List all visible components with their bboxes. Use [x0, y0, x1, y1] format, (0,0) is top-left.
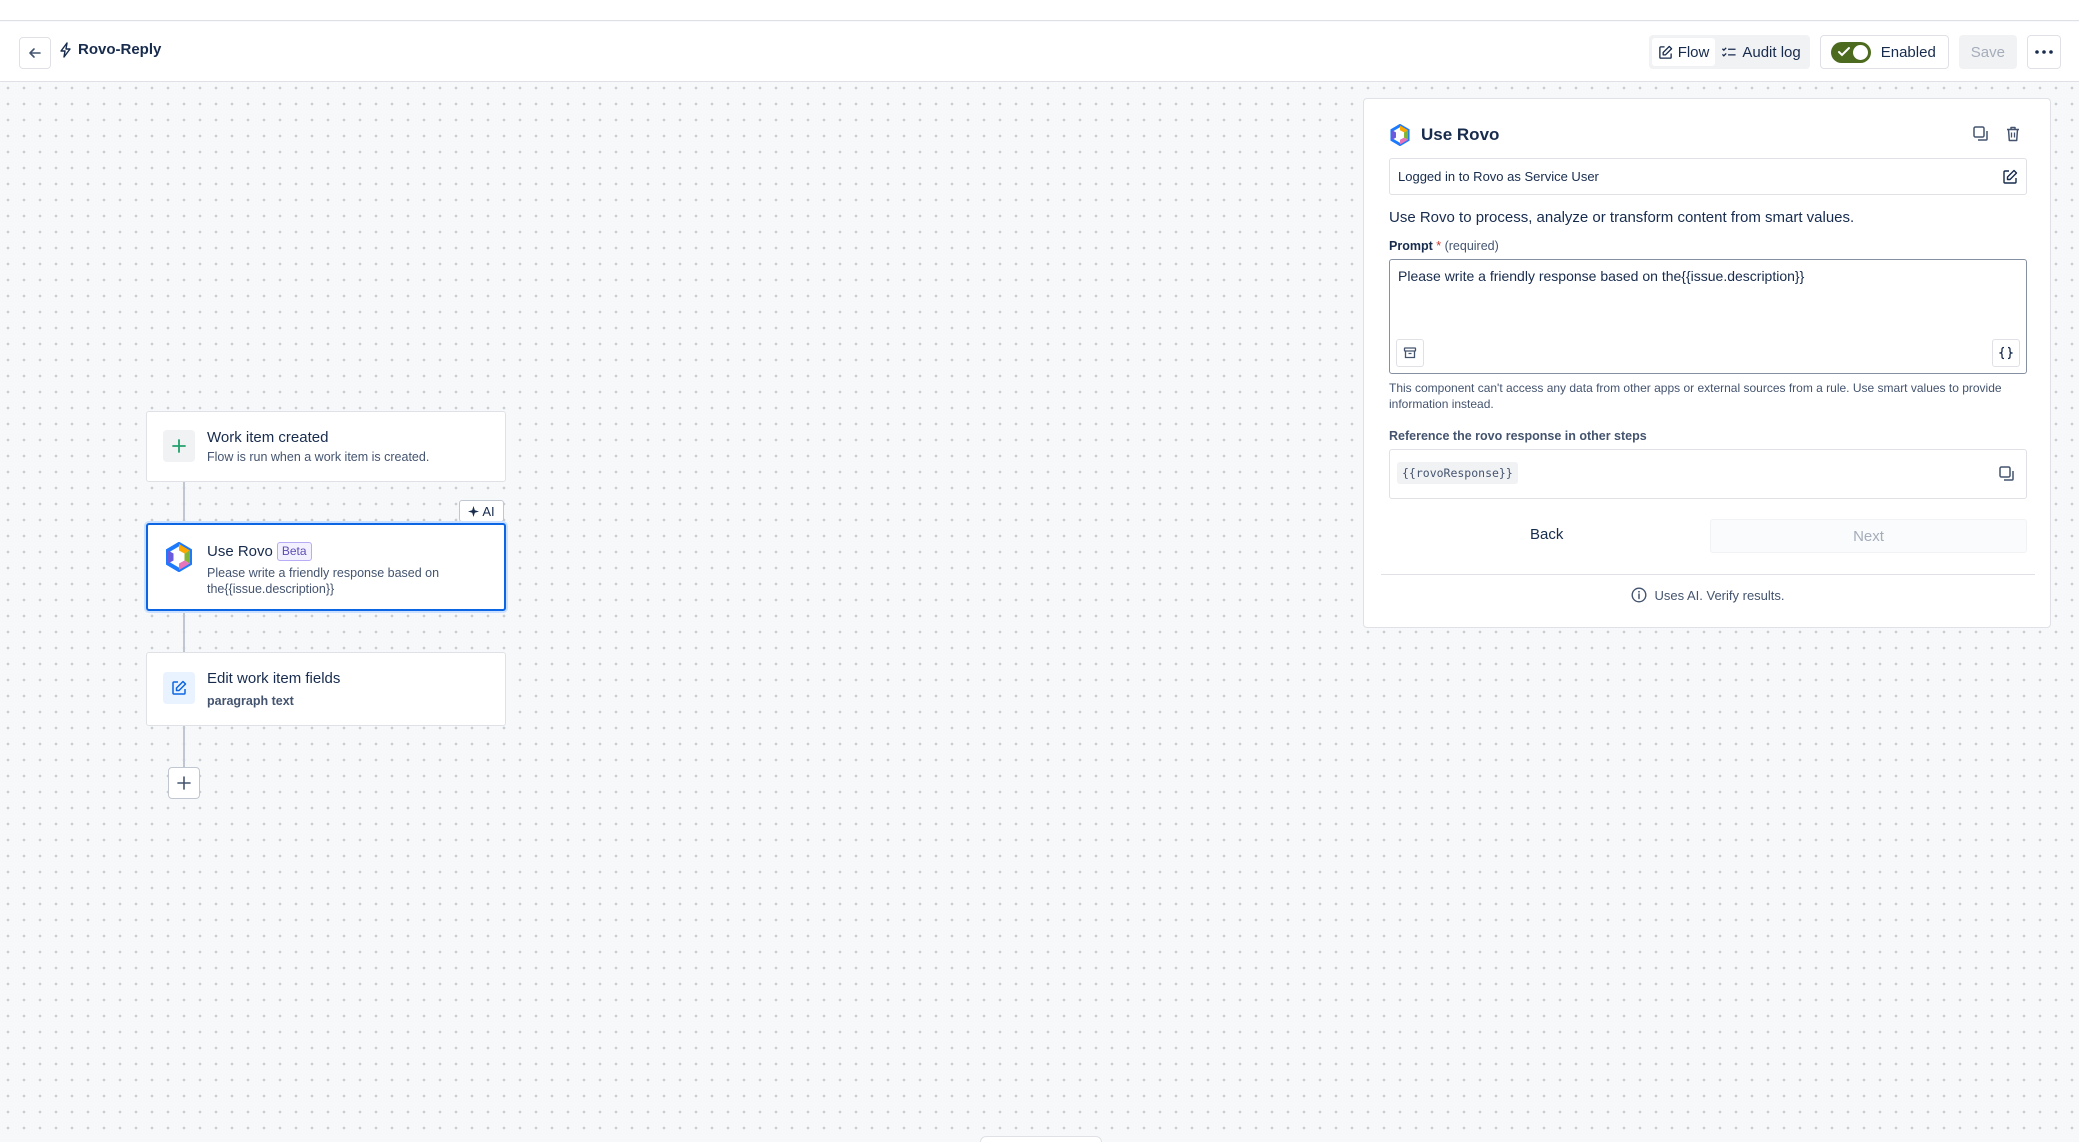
trash-icon[interactable] [2004, 125, 2022, 143]
panel-description: Use Rovo to process, analyze or transfor… [1389, 209, 1855, 226]
tab-audit-log[interactable]: Audit log [1715, 38, 1806, 66]
duplicate-icon[interactable] [1972, 125, 1990, 143]
edit-step-card[interactable]: Edit work item fields paragraph text [146, 652, 506, 726]
connector-line [183, 611, 185, 652]
top-strip [0, 0, 2079, 21]
rovo-step-subtitle: Please write a friendly response based o… [207, 566, 440, 596]
edit-icon-box [163, 672, 195, 704]
panel-title: Use Rovo [1421, 125, 1500, 144]
edit-icon[interactable] [2002, 169, 2018, 185]
rovo-step-title-wrap: Use Rovo Beta [207, 542, 312, 561]
required-text: (required) [1444, 239, 1499, 253]
edit-step-subtitle: paragraph text [207, 694, 294, 708]
more-button[interactable] [2027, 35, 2061, 69]
more-icon [2035, 50, 2053, 54]
data-access-hint: This component can't access any data fro… [1389, 381, 2002, 411]
tab-flow[interactable]: Flow [1651, 38, 1716, 66]
ai-disclaimer: Uses AI. Verify results. [1364, 587, 2052, 603]
rovo-logo-icon [1390, 124, 1410, 146]
edit-icon [1658, 45, 1672, 59]
rovo-logo-icon [166, 542, 192, 572]
template-button[interactable] [1396, 339, 1424, 367]
view-tabs: Flow Audit log [1648, 35, 1810, 69]
braces-icon [1999, 346, 2013, 360]
header-actions: Flow Audit log Enabled Save [1648, 35, 2061, 69]
copy-icon[interactable] [1998, 465, 2016, 483]
edit-icon [172, 680, 187, 695]
trigger-icon-box [163, 430, 195, 462]
page-title: Rovo-Reply [78, 41, 162, 58]
panel-divider [1381, 574, 2035, 575]
panel-title-wrap: Use Rovo [1389, 124, 1499, 146]
enabled-toggle[interactable] [1830, 41, 1871, 63]
trigger-title: Work item created [207, 429, 329, 446]
required-asterisk: * [1436, 239, 1442, 253]
next-button[interactable]: Next [1710, 519, 2027, 553]
info-icon [1631, 587, 1647, 603]
smart-value-button[interactable] [1992, 339, 2020, 367]
app-header: Rovo-Reply Flow Audit log Enabled Save [0, 22, 2079, 82]
ai-tag: AI [459, 500, 504, 522]
archive-icon [1403, 347, 1417, 359]
check-icon [1837, 46, 1850, 56]
prompt-label-text: Prompt [1389, 239, 1433, 253]
prompt-value: Please write a friendly response based o… [1398, 268, 1805, 284]
trigger-subtitle: Flow is run when a work item is created. [207, 450, 430, 464]
tab-flow-label: Flow [1677, 43, 1710, 61]
reference-smart-value: {{rovoResponse}} [1397, 462, 1518, 484]
config-panel: Use Rovo Logged in to Rovo as Service Us… [1363, 98, 2051, 628]
rovo-icon-box [163, 541, 195, 573]
connector-line [183, 482, 185, 523]
enabled-label: Enabled [1880, 43, 1936, 61]
plus-icon [177, 776, 191, 790]
ai-disclaimer-text: Uses AI. Verify results. [1654, 587, 1785, 603]
save-button[interactable]: Save [1958, 35, 2017, 69]
toggle-knob [1852, 44, 1868, 60]
page-title-wrap: Rovo-Reply [58, 41, 161, 58]
rovo-step-title: Use Rovo [207, 543, 273, 560]
arrow-left-icon [29, 48, 41, 58]
bottom-drawer-handle[interactable] [980, 1136, 1102, 1142]
reference-label: Reference the rovo response in other ste… [1389, 429, 1647, 443]
sparkle-icon [468, 505, 480, 517]
rovo-step-card[interactable]: Use Rovo Beta Please write a friendly res… [146, 523, 506, 611]
add-step-button[interactable] [168, 767, 200, 799]
back-button[interactable] [19, 37, 51, 69]
reference-field: {{rovoResponse}} [1389, 449, 2027, 499]
prompt-textarea[interactable]: Please write a friendly response based o… [1389, 259, 2027, 374]
connector-line [183, 726, 185, 767]
trigger-card[interactable]: Work item created Flow is run when a wor… [146, 411, 506, 482]
lightning-icon [60, 41, 71, 58]
ai-tag-label: AI [482, 503, 495, 519]
prompt-label: Prompt * (required) [1389, 239, 1499, 253]
list-check-icon [1722, 46, 1736, 57]
beta-badge: Beta [276, 542, 312, 561]
plus-icon [172, 439, 186, 453]
login-status-field: Logged in to Rovo as Service User [1389, 158, 2027, 195]
panel-actions [1972, 125, 2022, 143]
login-status-text: Logged in to Rovo as Service User [1398, 169, 1599, 184]
edit-step-title: Edit work item fields [207, 670, 341, 687]
back-button-panel[interactable]: Back [1530, 526, 1563, 543]
tab-audit-log-label: Audit log [1742, 43, 1801, 61]
enabled-toggle-container[interactable]: Enabled [1819, 35, 1949, 69]
